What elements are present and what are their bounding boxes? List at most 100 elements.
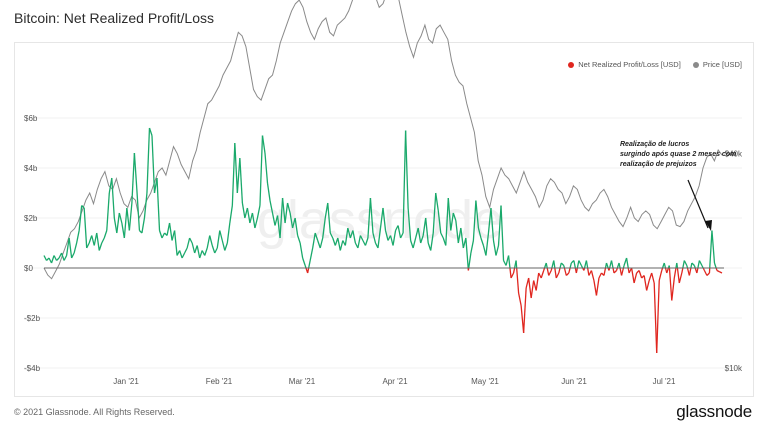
net-segment (646, 280, 650, 291)
x-tick-label: Jun '21 (561, 377, 587, 386)
y-left-tick-label: $4b (24, 164, 38, 173)
net-segment (76, 230, 80, 244)
net-segment (517, 292, 522, 306)
right-axis-ticks: $40k$10k (725, 150, 743, 373)
net-segment (141, 217, 146, 234)
net-segment (558, 267, 561, 274)
net-segment (576, 260, 580, 269)
net-segment (713, 262, 717, 269)
copyright-footer: © 2021 Glassnode. All Rights Reserved. (14, 407, 175, 417)
net-segment (563, 267, 567, 276)
net-segment (575, 267, 578, 274)
net-segment (111, 177, 115, 219)
net-segment (515, 260, 518, 269)
annotation-arrow (687, 179, 712, 231)
net-segment (658, 270, 663, 281)
net-segment (91, 235, 95, 246)
net-segment (643, 275, 648, 291)
net-segment (251, 212, 256, 229)
net-segment (131, 152, 136, 204)
net-segment (206, 235, 211, 249)
net-segment (603, 267, 607, 276)
net-segment (302, 257, 306, 266)
legend-net-dot (568, 61, 575, 68)
annotation-text: Realização de lucros surgindo após quase… (620, 140, 755, 170)
net-segment (468, 252, 472, 269)
glassnode-logo[interactable]: glassnode (676, 402, 752, 422)
net-segment (706, 272, 710, 276)
net-segment (678, 272, 683, 284)
net-segment (530, 280, 535, 299)
x-tick-label: Jul '21 (653, 377, 676, 386)
net-segment (209, 235, 213, 246)
y-left-tick-label: $0 (24, 264, 33, 273)
net-segment (668, 267, 673, 301)
y-left-tick-label: -$4b (24, 364, 41, 373)
x-tick-label: Mar '21 (289, 377, 316, 386)
net-segment (226, 222, 231, 244)
net-segment (719, 271, 723, 274)
net-segment (522, 287, 527, 334)
net-segment (43, 255, 48, 261)
x-tick-label: Apr '21 (382, 377, 408, 386)
net-segment (691, 262, 695, 266)
net-segment (113, 217, 118, 234)
net-segment (101, 237, 105, 244)
net-segment (610, 260, 614, 269)
net-segment (96, 232, 100, 251)
net-segment (605, 262, 609, 269)
net-segment (709, 230, 713, 269)
net-segment (535, 272, 540, 291)
net-segment (224, 242, 228, 251)
net-segment (546, 267, 550, 276)
net-segment (697, 260, 701, 269)
net-segment (221, 240, 226, 251)
net-segment (554, 267, 557, 279)
net-segment (196, 245, 201, 259)
net-segment (178, 250, 183, 259)
net-segment (103, 230, 108, 239)
net-segment (50, 255, 55, 264)
net-segment (507, 255, 511, 269)
net-segment (168, 222, 173, 241)
net-segment (173, 230, 178, 256)
net-segment (620, 267, 625, 276)
net-segment (573, 260, 576, 269)
legend-net[interactable]: Net Realized Profit/Loss [USD] (568, 60, 681, 69)
net-segment (512, 267, 516, 274)
net-segment (219, 230, 223, 241)
net-segment (618, 262, 621, 269)
net-segment (216, 230, 221, 249)
left-axis-ticks: $6b $4b $2b $0 -$2b -$4b (24, 114, 41, 373)
net-segment (548, 270, 552, 276)
net-segment (239, 157, 244, 204)
net-segment (116, 212, 120, 234)
net-segment (123, 207, 128, 239)
net-segment (673, 267, 677, 279)
legend-price-label: Price [USD] (702, 60, 742, 69)
net-segment (161, 232, 166, 239)
net-segment (703, 270, 708, 276)
net-segment (696, 267, 699, 274)
y-left-tick-label: -$2b (24, 314, 41, 323)
y-left-tick-label: $2b (24, 214, 38, 223)
annotation-line-2: surgindo após quase 2 meses com (620, 151, 737, 159)
legend-price[interactable]: Price [USD] (692, 60, 742, 69)
net-segment (681, 267, 684, 274)
net-segment (71, 252, 75, 259)
net-segment (633, 272, 638, 284)
net-segment (585, 260, 589, 269)
net-segment (590, 270, 595, 281)
net-segment (671, 277, 675, 301)
net-segment (682, 260, 685, 269)
net-segment (688, 267, 692, 276)
y-left-tick-label: $6b (24, 114, 38, 123)
net-segment (126, 207, 131, 231)
net-segment (676, 262, 679, 269)
net-segment (516, 267, 520, 294)
net-segment (638, 270, 643, 279)
net-segment (186, 237, 191, 249)
net-segment (211, 245, 216, 254)
net-segment (716, 269, 720, 273)
net-segment (106, 192, 110, 231)
